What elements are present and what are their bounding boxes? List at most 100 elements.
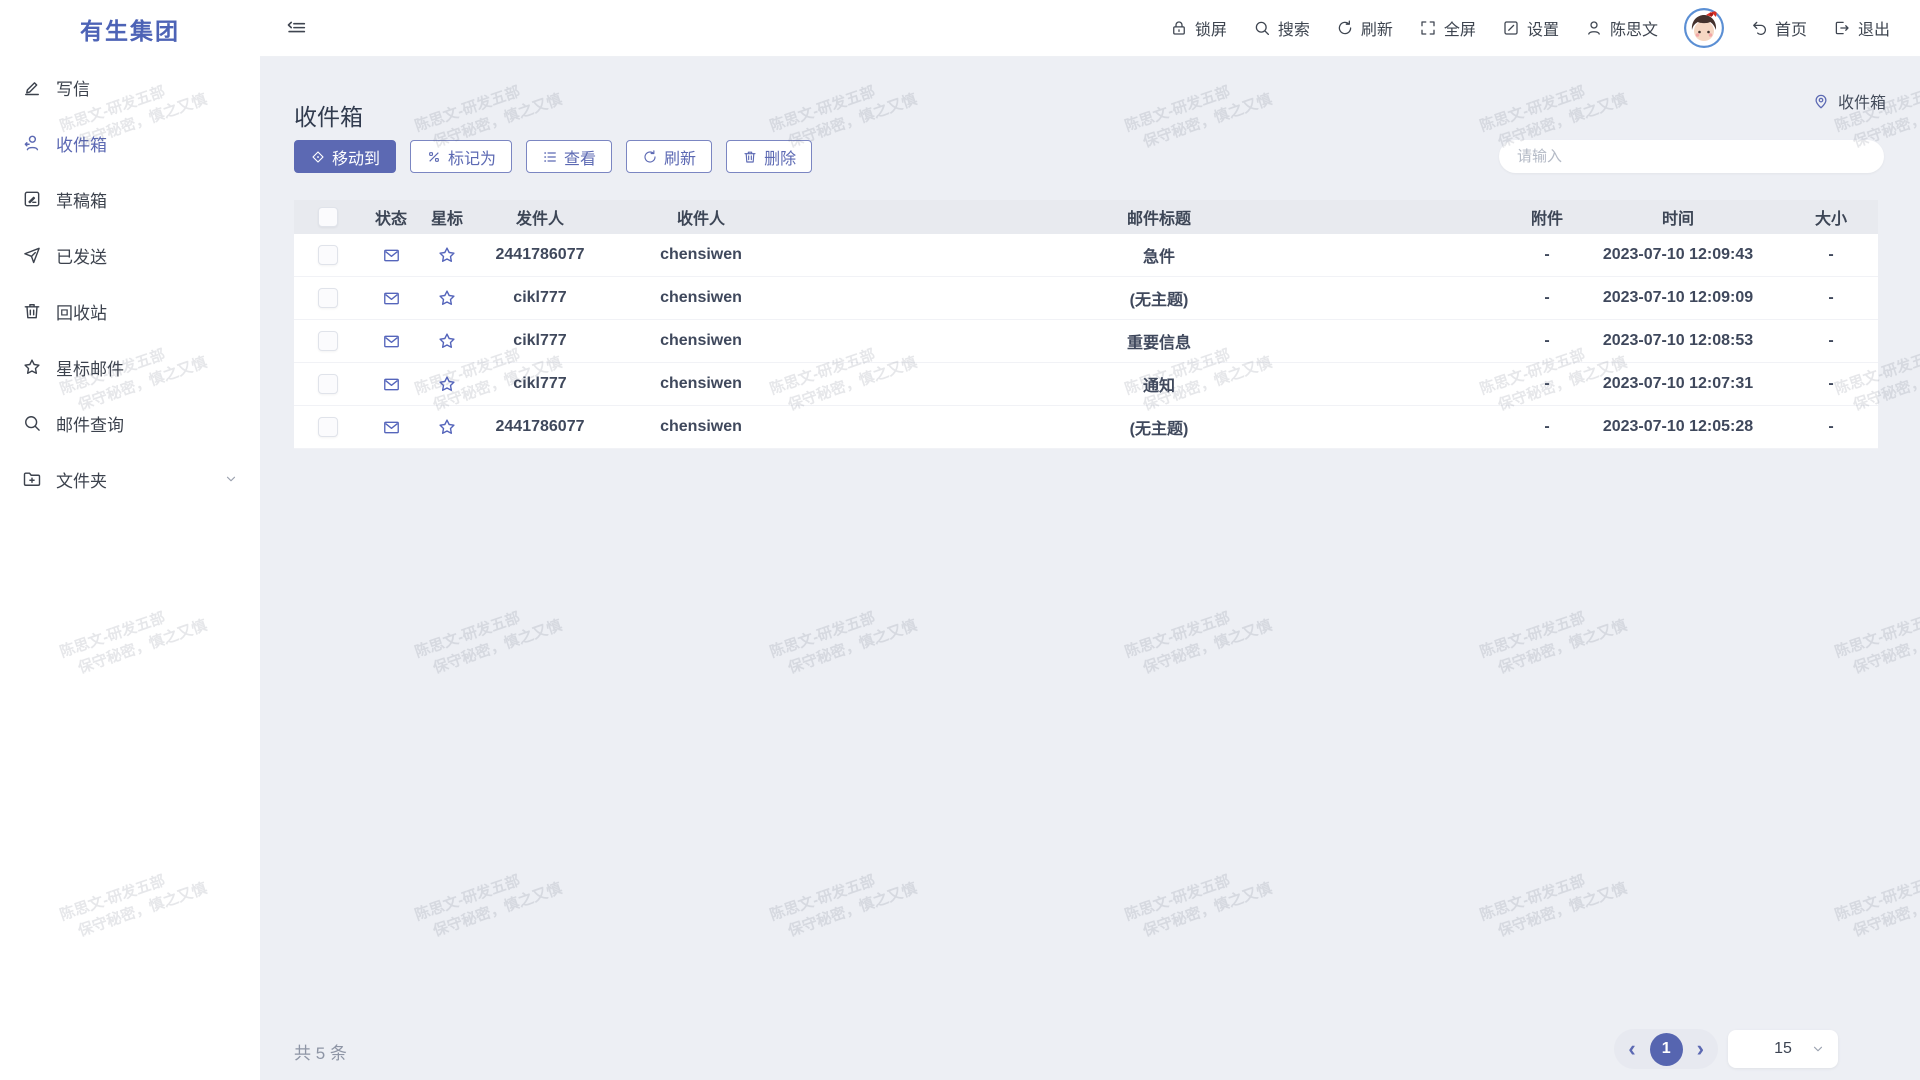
row-checkbox[interactable] (318, 331, 338, 351)
total-count: 共 5 条 (294, 1039, 347, 1064)
current-page-button[interactable]: 1 (1650, 1033, 1683, 1066)
attachment-cell: - (1522, 332, 1572, 350)
subject-cell[interactable]: 重要信息 (796, 329, 1522, 353)
fullscreen-label: 全屏 (1444, 16, 1476, 40)
settings-button[interactable]: 设置 (1502, 16, 1559, 40)
row-checkbox[interactable] (318, 417, 338, 437)
home-back-icon (1750, 19, 1768, 37)
time-cell: 2023-07-10 12:08:53 (1572, 332, 1784, 350)
sidebar-item-sent[interactable]: 已发送 (0, 227, 260, 283)
unread-mail-icon (362, 332, 420, 351)
user-icon (1585, 19, 1603, 37)
view-button[interactable]: 查看 (526, 140, 612, 173)
sidebar-item-label: 文件夹 (56, 467, 107, 492)
home-button[interactable]: 首页 (1750, 16, 1807, 40)
refresh-button[interactable]: 刷新 (1336, 16, 1393, 40)
sidebar-item-folders[interactable]: 文件夹 (0, 451, 260, 507)
delete-label: 删除 (764, 145, 796, 169)
lock-screen-button[interactable]: 锁屏 (1170, 16, 1227, 40)
select-all-checkbox[interactable] (318, 207, 338, 227)
star-toggle-icon[interactable] (420, 288, 474, 308)
move-to-button[interactable]: 移动到 (294, 140, 396, 173)
table-body: 2441786077chensiwen急件-2023-07-10 12:09:4… (294, 234, 1878, 449)
delete-button[interactable]: 删除 (726, 140, 812, 173)
search-button[interactable]: 搜索 (1253, 16, 1310, 40)
mail-row[interactable]: cikl777chensiwen重要信息-2023-07-10 12:08:53… (294, 320, 1878, 363)
sidebar-item-inbox[interactable]: 收件箱 (0, 115, 260, 171)
mark-as-button[interactable]: 标记为 (410, 140, 512, 173)
page-size-value: 15 (1774, 1040, 1792, 1058)
row-checkbox[interactable] (318, 288, 338, 308)
sidebar-item-label: 已发送 (56, 243, 107, 268)
col-star: 星标 (420, 205, 474, 229)
sidebar-item-trash[interactable]: 回收站 (0, 283, 260, 339)
username-label: 陈思文 (1610, 16, 1658, 40)
compose-icon (22, 77, 42, 97)
star-toggle-icon[interactable] (420, 245, 474, 265)
sidebar-item-drafts[interactable]: 草稿箱 (0, 171, 260, 227)
row-checkbox[interactable] (318, 245, 338, 265)
sidebar-item-starred[interactable]: 星标邮件 (0, 339, 260, 395)
sidebar-item-label: 星标邮件 (56, 355, 124, 380)
sender-cell: cikl777 (474, 332, 606, 350)
fullscreen-button[interactable]: 全屏 (1419, 16, 1476, 40)
subject-cell[interactable]: 急件 (796, 243, 1522, 267)
move-to-label: 移动到 (332, 145, 380, 169)
logout-button[interactable]: 退出 (1833, 16, 1890, 40)
sidebar-item-mail-search[interactable]: 邮件查询 (0, 395, 260, 451)
move-to-icon (310, 149, 326, 165)
sidebar-item-label: 收件箱 (56, 131, 107, 156)
star-toggle-icon[interactable] (420, 331, 474, 351)
mail-search-icon (22, 413, 42, 433)
unread-mail-icon (362, 246, 420, 265)
breadcrumb-label: 收件箱 (1838, 89, 1886, 113)
attachment-cell: - (1522, 375, 1572, 393)
sender-cell: cikl777 (474, 375, 606, 393)
size-cell: - (1784, 289, 1878, 307)
search-input[interactable] (1499, 140, 1884, 173)
sidebar-item-label: 写信 (56, 75, 90, 100)
search-icon (1253, 19, 1271, 37)
sender-cell: cikl777 (474, 289, 606, 307)
mail-row[interactable]: 2441786077chensiwen急件-2023-07-10 12:09:4… (294, 234, 1878, 277)
time-cell: 2023-07-10 12:09:43 (1572, 246, 1784, 264)
logout-icon (1833, 19, 1851, 37)
next-page-button[interactable]: › (1695, 1038, 1706, 1060)
topbar: 锁屏 搜索 刷新 全屏 设置 陈思文 (260, 0, 1920, 57)
delete-icon (742, 149, 758, 165)
mail-row[interactable]: 2441786077chensiwen(无主题)-2023-07-10 12:0… (294, 406, 1878, 449)
settings-label: 设置 (1527, 16, 1559, 40)
time-cell: 2023-07-10 12:05:28 (1572, 418, 1784, 436)
col-size: 大小 (1784, 205, 1878, 229)
subject-cell[interactable]: (无主题) (796, 415, 1522, 439)
mark-as-label: 标记为 (448, 145, 496, 169)
sidebar-item-label: 邮件查询 (56, 411, 124, 436)
menu-fold-icon[interactable] (286, 18, 307, 39)
sidebar-item-compose[interactable]: 写信 (0, 59, 260, 115)
mail-row[interactable]: cikl777chensiwen(无主题)-2023-07-10 12:09:0… (294, 277, 1878, 320)
attachment-cell: - (1522, 289, 1572, 307)
lock-icon (1170, 19, 1188, 37)
size-cell: - (1784, 418, 1878, 436)
settings-icon (1502, 19, 1520, 37)
mail-row[interactable]: cikl777chensiwen通知-2023-07-10 12:07:31- (294, 363, 1878, 406)
time-cell: 2023-07-10 12:07:31 (1572, 375, 1784, 393)
refresh-list-label: 刷新 (664, 145, 696, 169)
chevron-down-icon (1811, 1042, 1825, 1056)
location-pin-icon (1812, 92, 1830, 110)
attachment-cell: - (1522, 246, 1572, 264)
view-list-icon (542, 149, 558, 165)
page-size-select[interactable]: 15 (1728, 1030, 1838, 1068)
refresh-list-button[interactable]: 刷新 (626, 140, 712, 173)
row-checkbox[interactable] (318, 374, 338, 394)
trash-icon (22, 301, 42, 321)
main-content: 收件箱 收件箱 移动到 标记为 查看 刷新 (260, 57, 1920, 1080)
subject-cell[interactable]: (无主题) (796, 286, 1522, 310)
star-toggle-icon[interactable] (420, 417, 474, 437)
current-user[interactable]: 陈思文 (1585, 16, 1658, 40)
subject-cell[interactable]: 通知 (796, 372, 1522, 396)
avatar[interactable] (1684, 8, 1724, 48)
star-toggle-icon[interactable] (420, 374, 474, 394)
sidebar-nav: 写信 收件箱 草稿箱 已发送 回收站 星标邮件 (0, 59, 260, 507)
prev-page-button[interactable]: ‹ (1626, 1038, 1637, 1060)
